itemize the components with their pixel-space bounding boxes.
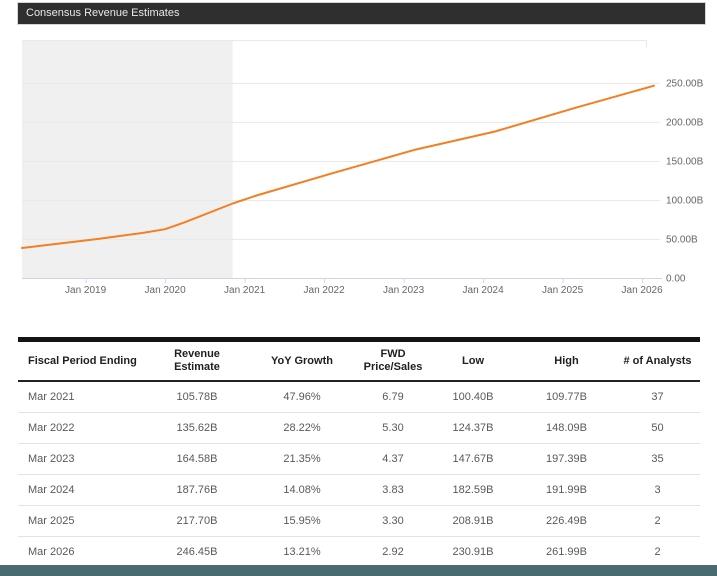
y-axis-label: 250.00B xyxy=(666,78,704,89)
bottom-bar xyxy=(0,565,717,576)
col-fwd-price-sales: FWD Price/Sales xyxy=(358,339,428,383)
cell-fiscal-period: Mar 2022 xyxy=(18,412,148,444)
cell-revenue-estimate: 217.70B xyxy=(148,505,246,537)
y-axis-label: 150.00B xyxy=(666,156,704,167)
table-row: Mar 2024 187.76B 14.08% 3.83 182.59B 191.99B 3 xyxy=(18,474,700,506)
cell-num-analysts: 3 xyxy=(615,474,700,506)
cell-high: 226.49B xyxy=(518,505,615,537)
x-axis-label: Jan 2026 xyxy=(622,285,664,296)
x-axis-label: Jan 2021 xyxy=(224,285,266,296)
cell-high: 197.39B xyxy=(518,443,615,475)
cell-num-analysts: 2 xyxy=(615,505,700,537)
cell-low: 182.59B xyxy=(428,474,518,506)
y-axis-label: 100.00B xyxy=(666,195,704,206)
cell-revenue-estimate: 164.58B xyxy=(148,443,246,475)
x-axis-label: Jan 2025 xyxy=(542,285,584,296)
col-revenue-estimate: Revenue Estimate xyxy=(148,339,246,383)
col-num-analysts: # of Analysts xyxy=(615,339,700,383)
section-header: Consensus Revenue Estimates xyxy=(17,2,706,25)
table-row: Mar 2026 246.45B 13.21% 2.92 230.91B 261.99B 2 xyxy=(18,536,700,568)
x-axis-label: Jan 2019 xyxy=(65,285,107,296)
y-axis-label: 200.00B xyxy=(666,117,704,128)
cell-high: 148.09B xyxy=(518,412,615,444)
cell-revenue-estimate: 135.62B xyxy=(148,412,246,444)
cell-fwd-price-sales: 6.79 xyxy=(382,391,404,404)
table-row: Mar 2025 217.70B 15.95% 3.30 208.91B 226.49B 2 xyxy=(18,505,700,537)
cell-yoy-growth: 13.21% xyxy=(246,536,358,568)
cell-fiscal-period: Mar 2026 xyxy=(18,536,148,568)
table-row: Mar 2023 164.58B 21.35% 4.37 147.67B 197.39B 3… xyxy=(18,443,700,475)
cell-num-analysts: 35 xyxy=(615,443,700,475)
cell-low: 124.37B xyxy=(428,412,518,444)
cell-fwd-price-sales: 3.30 xyxy=(358,505,428,537)
x-axis-label: Jan 2020 xyxy=(145,285,187,296)
cell-num-analysts: 50 xyxy=(615,412,700,444)
cell-fiscal-period: Mar 2021 xyxy=(28,391,75,404)
section-title: Consensus Revenue Estimates xyxy=(26,7,180,19)
historical-plot-band xyxy=(22,40,233,278)
estimates-table: Fiscal Period Ending Revenue Estimate Yo… xyxy=(18,337,700,568)
cell-fiscal-period: Mar 2025 xyxy=(18,505,148,537)
cell-fwd-price-sales: 2.92 xyxy=(358,536,428,568)
y-axis-label: 0.00 xyxy=(666,274,686,285)
revenue-chart-container: 0.00 50.00B 100.00B 150.00B 200.00B 250.00B Ja… xyxy=(0,26,717,304)
cell-revenue-estimate: 105.78B xyxy=(176,391,218,404)
table-row: Mar 2022 135.62B 28.22% 5.30 124.37B 148.09B 5… xyxy=(18,412,700,444)
y-axis-label: 50.00B xyxy=(666,234,698,245)
x-axis-label: Jan 2022 xyxy=(304,285,346,296)
cell-high: 191.99B xyxy=(518,474,615,506)
cell-num-analysts: 37 xyxy=(651,391,664,404)
x-axis-label: Jan 2023 xyxy=(383,285,425,296)
estimates-table-body: Mar 2021 105.78B 47.96% 6.79 100.40B 109.77B 3… xyxy=(18,381,700,568)
cell-fiscal-period: Mar 2023 xyxy=(18,443,148,475)
cell-low: 100.40B xyxy=(452,391,494,404)
cell-fwd-price-sales: 5.30 xyxy=(358,412,428,444)
col-low: Low xyxy=(428,339,518,383)
cell-yoy-growth: 47.96% xyxy=(283,391,321,404)
cell-low: 147.67B xyxy=(428,443,518,475)
cell-yoy-growth: 21.35% xyxy=(246,443,358,475)
cell-high: 261.99B xyxy=(518,536,615,568)
cell-fwd-price-sales: 3.83 xyxy=(358,474,428,506)
col-fiscal-period-ending: Fiscal Period Ending xyxy=(18,339,148,383)
cell-revenue-estimate: 246.45B xyxy=(148,536,246,568)
x-axis-label: Jan 2024 xyxy=(463,285,505,296)
table-row: Mar 2021 105.78B 47.96% 6.79 100.40B 109.77B 3… xyxy=(18,381,700,413)
col-yoy-growth: YoY Growth xyxy=(246,339,358,383)
cell-yoy-growth: 14.08% xyxy=(246,474,358,506)
cell-revenue-estimate: 187.76B xyxy=(148,474,246,506)
cell-yoy-growth: 28.22% xyxy=(246,412,358,444)
cell-low: 208.91B xyxy=(428,505,518,537)
cell-yoy-growth: 15.95% xyxy=(246,505,358,537)
revenue-chart: 0.00 50.00B 100.00B 150.00B 200.00B 250.00B Ja… xyxy=(21,40,704,296)
table-header-row: Fiscal Period Ending Revenue Estimate Yo… xyxy=(18,339,700,383)
cell-high: 109.77B xyxy=(546,391,587,404)
cell-fiscal-period: Mar 2024 xyxy=(18,474,148,506)
col-high: High xyxy=(518,339,615,383)
cell-fwd-price-sales: 4.37 xyxy=(358,443,428,475)
cell-num-analysts: 2 xyxy=(615,536,700,568)
cell-low: 230.91B xyxy=(428,536,518,568)
